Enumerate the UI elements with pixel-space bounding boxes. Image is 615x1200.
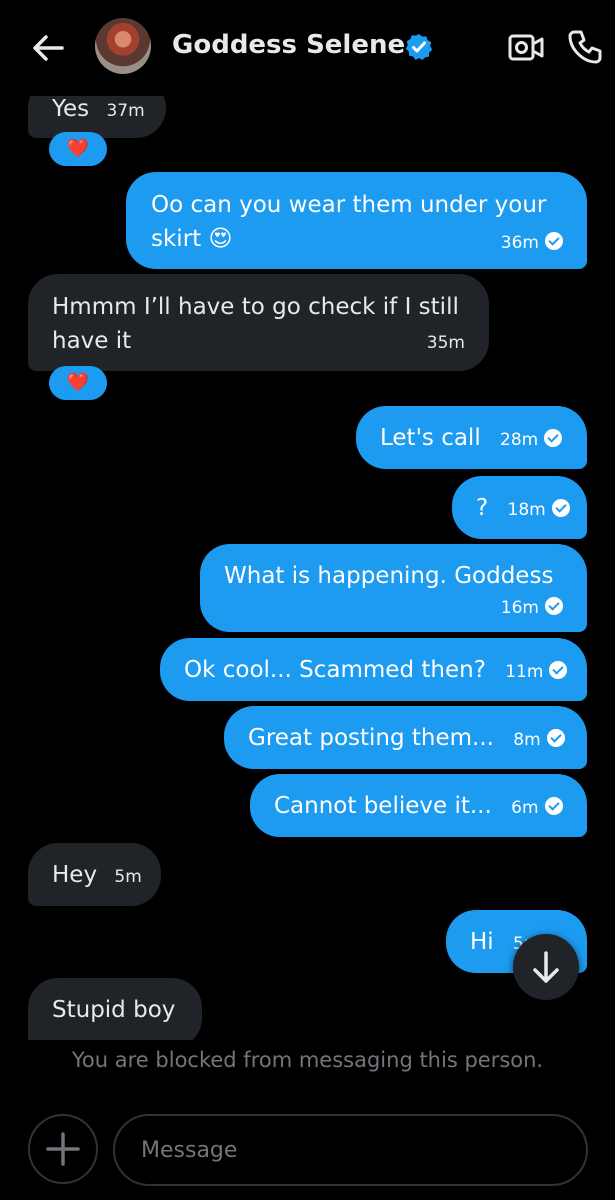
message-incoming[interactable]: Hmmm I’ll have to go check if I still ha… bbox=[28, 274, 489, 371]
read-check-icon bbox=[545, 232, 563, 250]
message-text: Stupid boy bbox=[52, 997, 176, 1023]
message-text: Cannot believe it... bbox=[274, 793, 492, 819]
arrow-down-icon[interactable] bbox=[513, 934, 579, 1000]
read-check-icon bbox=[549, 661, 568, 679]
message-input[interactable] bbox=[113, 1114, 588, 1186]
read-check-icon bbox=[545, 597, 563, 615]
message-outgoing[interactable]: Great posting them... 8m bbox=[224, 706, 587, 769]
message-time: 37m bbox=[106, 101, 145, 121]
message-text: Hi bbox=[470, 929, 494, 955]
message-text: What is happening. Goddess bbox=[224, 563, 554, 589]
message-text: Let's call bbox=[380, 425, 481, 451]
read-check-icon bbox=[544, 797, 563, 815]
message-incoming[interactable]: Stupid boy bbox=[28, 978, 202, 1040]
message-text: Great posting them... bbox=[248, 725, 494, 751]
heart-reaction[interactable]: ❤️ bbox=[49, 132, 107, 166]
message-outgoing[interactable]: Let's call 28m bbox=[356, 406, 587, 469]
message-outgoing[interactable]: Oo can you wear them under your skirt 😍 … bbox=[126, 172, 587, 269]
arrow-left-icon[interactable] bbox=[28, 28, 68, 68]
message-outgoing[interactable]: ? 18m bbox=[452, 476, 587, 539]
message-time: 28m bbox=[500, 430, 539, 450]
add-media-button[interactable] bbox=[28, 1114, 98, 1184]
message-time: 35m bbox=[426, 333, 465, 353]
message-text: have it bbox=[52, 328, 132, 354]
message-incoming[interactable]: Hey 5m bbox=[28, 843, 161, 906]
read-check-icon bbox=[544, 429, 563, 447]
message-text: Yes bbox=[52, 96, 90, 122]
page-title[interactable]: Goddess Selene bbox=[172, 30, 405, 60]
read-check-icon bbox=[551, 499, 570, 517]
phone-icon[interactable] bbox=[564, 26, 606, 68]
conversation-header: Goddess Selene bbox=[0, 0, 615, 96]
message-time: 5m bbox=[114, 867, 142, 887]
message-time: 8m bbox=[513, 730, 541, 750]
message-time: 11m bbox=[505, 662, 544, 682]
message-text: skirt 😍 bbox=[151, 226, 233, 252]
message-outgoing[interactable]: Cannot believe it... 6m bbox=[250, 774, 587, 837]
message-text: Hey bbox=[52, 862, 98, 888]
avatar[interactable] bbox=[95, 18, 151, 74]
message-time: 6m bbox=[511, 798, 539, 818]
video-camera-icon[interactable] bbox=[505, 26, 547, 68]
message-thread: Yes 37m ❤️ Oo can you wear them under yo… bbox=[0, 0, 615, 1040]
message-time: 36m bbox=[500, 233, 539, 253]
message-text: Oo can you wear them under your bbox=[151, 192, 547, 218]
read-check-icon bbox=[546, 729, 565, 747]
message-text: Ok cool... Scammed then? bbox=[184, 657, 486, 683]
verified-badge-icon bbox=[405, 33, 433, 61]
message-time: 16m bbox=[500, 598, 539, 618]
blocked-notice: You are blocked from messaging this pers… bbox=[71, 1048, 544, 1072]
message-outgoing[interactable]: What is happening. Goddess 16m bbox=[200, 544, 587, 632]
heart-reaction[interactable]: ❤️ bbox=[49, 366, 107, 400]
message-outgoing[interactable]: Ok cool... Scammed then? 11m bbox=[160, 638, 587, 701]
message-text: ? bbox=[476, 495, 489, 521]
message-text: Hmmm I’ll have to go check if I still bbox=[52, 294, 459, 320]
plus-icon bbox=[46, 1132, 80, 1166]
message-time: 18m bbox=[507, 500, 546, 520]
